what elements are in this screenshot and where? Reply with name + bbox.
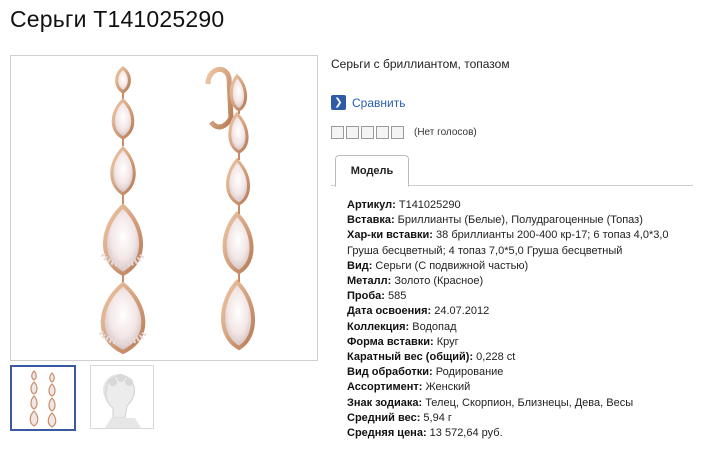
votes-count: (Нет голосов) xyxy=(414,127,477,138)
prop-row: Проба: 585 xyxy=(347,289,692,304)
earrings-illustration xyxy=(98,66,255,355)
prop-row: Дата освоения: 24.07.2012 xyxy=(347,304,692,319)
rating-star-4[interactable] xyxy=(376,126,389,139)
prop-value: Водопад xyxy=(409,320,457,333)
prop-key: Вид обработки: xyxy=(347,366,433,379)
prop-value: 0,228 ct xyxy=(473,351,516,364)
prop-row: Знак зодиака: Телец, Скорпион, Близнецы,… xyxy=(347,396,692,411)
properties-list: Артикул: Т141025290 Вставка: Бриллианты … xyxy=(347,198,692,441)
thumbnail-earrings[interactable] xyxy=(10,365,76,431)
prop-row: Артикул: Т141025290 xyxy=(347,198,692,213)
prop-row: Форма вставки: Круг xyxy=(347,335,692,350)
chevron-right-icon: ❯ xyxy=(331,95,346,110)
prop-key: Металл: xyxy=(347,275,392,288)
prop-key: Дата освоения: xyxy=(347,305,432,318)
product-image[interactable] xyxy=(10,55,318,361)
prop-key: Средняя цена: xyxy=(347,427,427,440)
rating-star-5[interactable] xyxy=(391,126,404,139)
prop-key: Проба: xyxy=(347,290,385,303)
prop-row: Ассортимент: Женский xyxy=(347,380,692,395)
prop-key: Вставка: xyxy=(347,214,395,227)
compare-label: Сравнить xyxy=(352,95,406,110)
page-title: Серьги Т141025290 xyxy=(10,6,225,32)
prop-value: Телец, Скорпион, Близнецы, Дева, Весы xyxy=(422,396,634,409)
thumbnail-model[interactable] xyxy=(90,365,154,429)
prop-value: Бриллианты (Белые), Полудрагоценные (Топ… xyxy=(394,214,643,227)
prop-key: Ассортимент: xyxy=(347,381,423,394)
prop-row: Вид: Серьги (С подвижной частью) xyxy=(347,259,692,274)
prop-row: Металл: Золото (Красное) xyxy=(347,274,692,289)
prop-value: 5,94 г xyxy=(420,411,452,424)
prop-row: Каратный вес (общий): 0,228 ct xyxy=(347,350,692,365)
prop-value: Родирование xyxy=(432,366,504,379)
prop-row: Хар-ки вставки: 38 бриллианты 200-400 кр… xyxy=(347,228,692,258)
prop-row: Вставка: Бриллианты (Белые), Полудрагоце… xyxy=(347,213,692,228)
rating-star-2[interactable] xyxy=(346,126,359,139)
product-description: Серьги с бриллиантом, топазом xyxy=(331,57,510,71)
rating-widget: (Нет голосов) xyxy=(331,126,477,139)
rating-star-3[interactable] xyxy=(361,126,374,139)
tab-model[interactable]: Модель xyxy=(335,155,409,187)
rating-star-1[interactable] xyxy=(331,126,344,139)
prop-key: Хар-ки вставки: xyxy=(347,229,433,242)
prop-key: Средний вес: xyxy=(347,411,421,424)
prop-value: Золото (Красное) xyxy=(391,275,484,288)
prop-key: Каратный вес (общий): xyxy=(347,351,474,364)
prop-row: Вид обработки: Родирование xyxy=(347,365,692,380)
prop-value: Круг xyxy=(433,335,459,348)
prop-value: Серьги (С подвижной частью) xyxy=(372,259,529,272)
prop-row: Коллекция: Водопад xyxy=(347,320,692,335)
prop-key: Артикул: xyxy=(347,199,396,211)
prop-value: 24.07.2012 xyxy=(431,305,490,318)
prop-row: Средний вес: 5,94 г xyxy=(347,411,692,426)
prop-value: 13 572,64 руб. xyxy=(426,427,503,440)
prop-row: Средняя цена: 13 572,64 руб. xyxy=(347,426,692,441)
prop-key: Знак зодиака: xyxy=(347,396,423,409)
prop-key: Форма вставки: xyxy=(347,335,434,348)
prop-key: Коллекция: xyxy=(347,320,410,333)
compare-link[interactable]: ❯ Сравнить xyxy=(331,95,405,110)
prop-value: Женский xyxy=(422,381,471,394)
prop-value: 585 xyxy=(384,290,407,303)
prop-value: Т141025290 xyxy=(395,199,461,211)
prop-key: Вид: xyxy=(347,259,373,272)
